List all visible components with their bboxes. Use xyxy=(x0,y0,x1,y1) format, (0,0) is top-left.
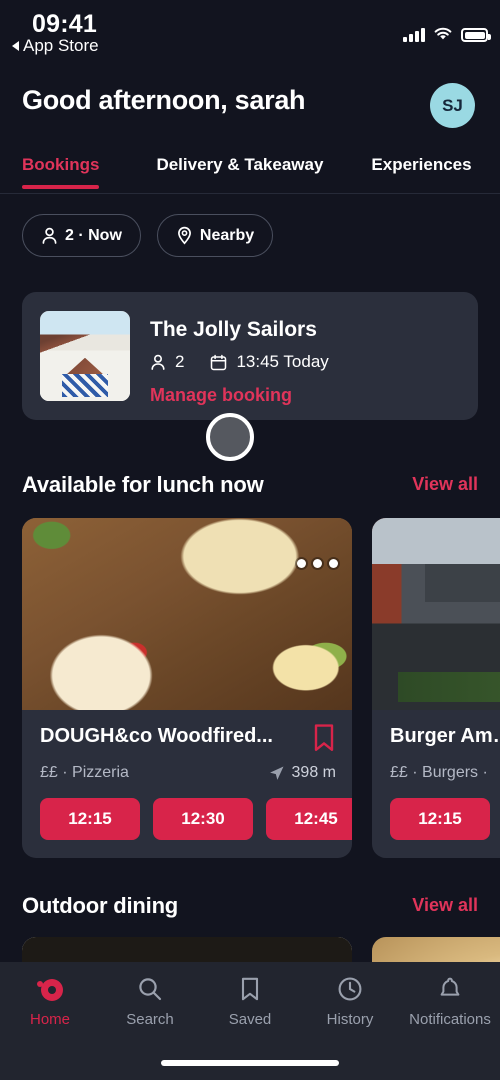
home-icon xyxy=(37,976,63,1002)
person-icon xyxy=(151,354,165,370)
bottom-nav-items: Home Search Saved History Notifications xyxy=(0,976,500,1028)
home-indicator-bar xyxy=(161,1060,339,1066)
nav-item-search[interactable]: Search xyxy=(100,976,200,1028)
booking-party-size: 2 xyxy=(175,352,185,371)
location-pin-icon xyxy=(177,226,191,245)
person-icon xyxy=(42,227,57,244)
nav-item-notifications[interactable]: Notifications xyxy=(400,976,500,1028)
nav-label-search: Search xyxy=(126,1011,174,1028)
restaurant-distance: 398 m xyxy=(268,764,336,782)
filter-chips: 2 · Now Nearby xyxy=(22,214,274,257)
back-arrow-icon xyxy=(12,41,19,51)
photo-pagination-dots[interactable] xyxy=(297,559,338,568)
navigation-arrow-icon xyxy=(269,766,284,780)
bell-icon xyxy=(440,977,460,996)
restaurant-photo xyxy=(372,518,500,710)
nav-item-saved[interactable]: Saved xyxy=(200,976,300,1028)
time-slot-list: 12:15 12:30 12:45 xyxy=(40,798,352,840)
booking-restaurant-name: The Jolly Sailors xyxy=(150,318,317,341)
filter-chip-nearby-label: Nearby xyxy=(199,226,255,244)
section-title-outdoor: Outdoor dining xyxy=(22,893,179,918)
nav-label-home: Home xyxy=(29,1011,70,1028)
touch-indicator xyxy=(206,413,254,461)
time-slot-button[interactable]: 12:30 xyxy=(153,798,253,840)
wifi-icon xyxy=(434,27,452,40)
upcoming-booking-card[interactable]: The Jolly Sailors 2 13:45 Today Manage b… xyxy=(22,292,478,420)
bookmark-icon[interactable] xyxy=(312,723,336,758)
time-slot-button[interactable]: 12:15 xyxy=(40,798,140,840)
booking-meta: 2 13:45 Today xyxy=(150,352,329,372)
view-all-outdoor-link[interactable]: View all xyxy=(412,895,478,916)
section-title-lunch: Available for lunch now xyxy=(22,472,264,497)
nav-item-history[interactable]: History xyxy=(300,976,400,1028)
battery-icon xyxy=(461,28,491,42)
nav-label-notifications: Notifications xyxy=(409,1011,491,1028)
nav-item-home[interactable]: Home xyxy=(0,976,100,1028)
signal-bars-icon xyxy=(403,27,425,42)
calendar-icon xyxy=(211,354,227,370)
bottom-navigation-bar: Home Search Saved History Notifications xyxy=(0,962,500,1080)
page-title: Good afternoon, sarah xyxy=(22,85,306,115)
tab-bar: Bookings Delivery & Takeaway Experiences xyxy=(0,155,500,195)
restaurant-price-category: ££ · Pizzeria xyxy=(40,764,129,781)
clock-icon xyxy=(338,977,362,1001)
filter-chip-party-label: 2 · Now xyxy=(65,226,122,244)
filter-chip-party-time[interactable]: 2 · Now xyxy=(22,214,141,257)
restaurant-card-dough-co[interactable]: DOUGH&co Woodfired... ££ · Pizzeria 398 … xyxy=(22,518,352,858)
restaurant-price-category: ££ · Burgers · xyxy=(390,764,488,781)
restaurant-distance-value: 398 m xyxy=(291,764,336,781)
filter-chip-nearby[interactable]: Nearby xyxy=(156,214,274,257)
back-to-app-store-link[interactable]: App Store xyxy=(12,36,99,56)
time-slot-list: 12:15 12: xyxy=(390,798,500,840)
tab-bookings[interactable]: Bookings xyxy=(22,155,100,189)
tab-experiences[interactable]: Experiences xyxy=(371,155,471,189)
restaurant-photo xyxy=(22,518,352,710)
restaurant-name: DOUGH&co Woodfired... xyxy=(40,725,273,747)
booking-thumbnail xyxy=(40,311,130,401)
nav-label-history: History xyxy=(326,1011,374,1028)
app-screen: 09:41 App Store Good afternoon, sarah SJ… xyxy=(0,0,500,1080)
tab-divider xyxy=(0,193,500,194)
tab-delivery-takeaway[interactable]: Delivery & Takeaway xyxy=(156,155,323,189)
booking-time: 13:45 Today xyxy=(236,352,329,371)
nav-label-saved: Saved xyxy=(228,1011,272,1028)
status-bar-time: 09:41 xyxy=(32,10,97,38)
manage-booking-link[interactable]: Manage booking xyxy=(150,385,292,406)
view-all-lunch-link[interactable]: View all xyxy=(412,474,478,495)
bookmark-icon xyxy=(241,977,259,1001)
time-slot-button[interactable]: 12:15 xyxy=(390,798,490,840)
status-bar-indicators xyxy=(403,18,491,42)
search-icon xyxy=(139,978,162,1001)
avatar[interactable]: SJ xyxy=(430,83,475,128)
time-slot-button[interactable]: 12:45 xyxy=(266,798,352,840)
restaurant-name: Burger Am… xyxy=(390,725,500,747)
restaurant-card-burger-am[interactable]: Burger Am… ££ · Burgers · 12:15 12: xyxy=(372,518,500,858)
status-bar: 09:41 App Store xyxy=(0,0,500,62)
back-label: App Store xyxy=(23,36,99,55)
